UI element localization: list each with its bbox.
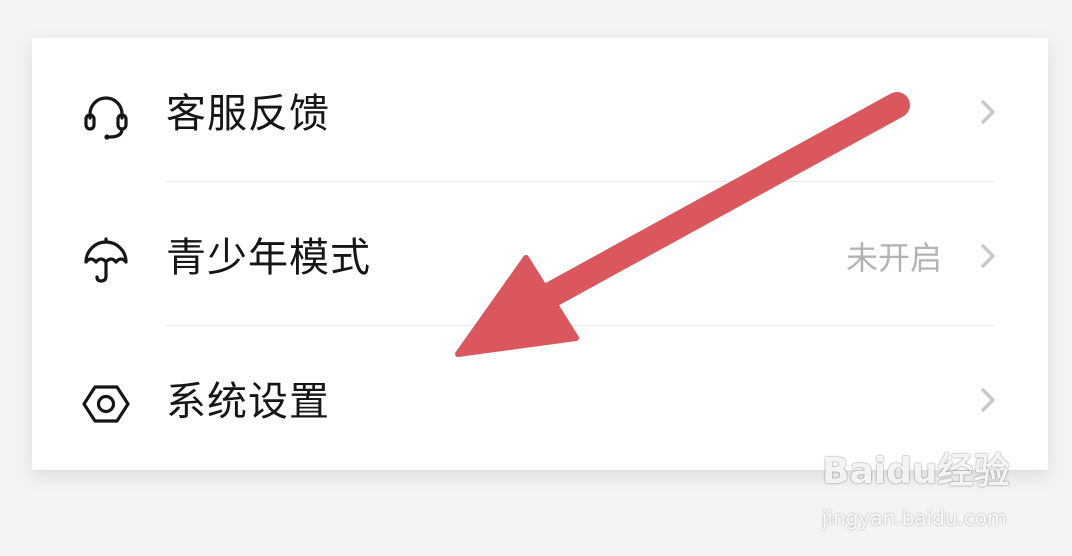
headset-icon xyxy=(84,96,128,140)
chevron-right-icon xyxy=(981,388,995,412)
menu-item-teen-mode[interactable]: 青少年模式 未开启 xyxy=(32,182,1048,326)
watermark-logo: Baidu经验 xyxy=(822,451,1010,492)
menu-item-label: 客服反馈 xyxy=(166,91,330,137)
menu-item-system-settings[interactable]: 系统设置 xyxy=(32,326,1048,470)
menu-item-label: 青少年模式 xyxy=(166,235,371,281)
menu-item-customer-feedback[interactable]: 客服反馈 xyxy=(32,38,1048,182)
hexagon-nut-icon xyxy=(82,385,130,423)
teen-mode-status: 未开启 xyxy=(845,239,942,277)
menu-item-label: 系统设置 xyxy=(166,379,330,425)
umbrella-icon xyxy=(84,237,128,283)
settings-menu-card: 客服反馈 青少年模式 未开启 系统设置 xyxy=(32,38,1048,470)
chevron-right-icon xyxy=(981,244,995,268)
watermark-url: jingyan.baidu.com xyxy=(822,506,1007,530)
chevron-right-icon xyxy=(981,100,995,124)
